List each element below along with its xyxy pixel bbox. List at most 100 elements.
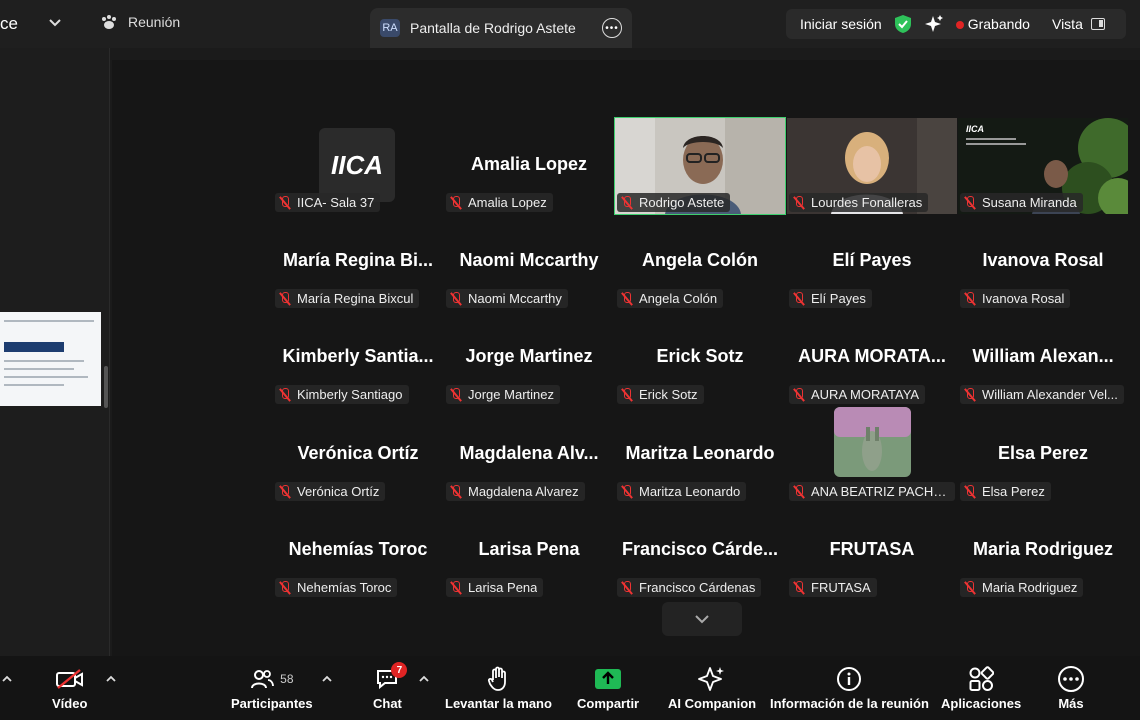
participant-name-label: Nehemías Toroc	[297, 580, 392, 595]
participants-button[interactable]: 58 Participantes	[231, 662, 313, 711]
meeting-info-button[interactable]: Información de la reunión	[770, 662, 929, 711]
participant-tile[interactable]: Kimberly Santia... Kimberly Santiago	[273, 310, 443, 406]
participant-name-label: Amalia Lopez	[468, 195, 547, 210]
participant-name-label: Jorge Martinez	[468, 387, 554, 402]
participant-tile[interactable]: Maria Rodriguez Maria Rodriguez	[958, 503, 1128, 599]
ai-sparkle-icon	[698, 662, 726, 696]
participant-tile[interactable]: IICA Susana Miranda	[958, 118, 1128, 214]
participant-tile[interactable]: María Regina Bi... María Regina Bixcul	[273, 214, 443, 310]
participant-tile[interactable]: FRUTASA FRUTASA	[787, 503, 957, 599]
shield-check-icon[interactable]	[894, 14, 912, 34]
mic-muted-icon	[450, 484, 462, 499]
panel-resize-handle[interactable]	[104, 366, 108, 408]
participant-display-name: Elí Payes	[832, 250, 912, 270]
shared-screen-thumbnail[interactable]	[0, 312, 101, 406]
view-button[interactable]: Vista	[1052, 16, 1105, 32]
ai-companion-button[interactable]: AI Companion	[668, 662, 756, 711]
mic-muted-icon	[450, 580, 462, 595]
chevron-up-icon[interactable]	[322, 674, 332, 684]
chevron-up-icon[interactable]	[419, 674, 429, 684]
raise-hand-button[interactable]: Levantar la mano	[445, 662, 552, 711]
participant-name-label: Lourdes Fonalleras	[811, 195, 923, 210]
video-off-icon	[55, 662, 85, 696]
thumb-line	[4, 360, 84, 362]
participant-name-label: FRUTASA	[811, 580, 871, 595]
mic-muted-icon	[621, 291, 633, 306]
participant-name-label: AURA MORATAYA	[811, 387, 920, 402]
gallery-next-page-button[interactable]	[662, 602, 742, 636]
more-button[interactable]: Más	[1057, 662, 1085, 711]
mic-muted-icon	[279, 195, 291, 210]
participant-tile[interactable]: Erick Sotz Erick Sotz	[615, 310, 785, 406]
chevron-up-icon[interactable]	[106, 674, 116, 684]
mic-muted-icon	[793, 580, 805, 595]
participant-tile[interactable]: Amalia Lopez Amalia Lopez	[444, 118, 614, 214]
participant-display-name: Naomi Mccarthy	[459, 250, 599, 270]
participant-nameplate: William Alexander Vel...	[960, 385, 1124, 404]
participant-nameplate: Susana Miranda	[960, 193, 1083, 212]
participant-name-label: William Alexander Vel...	[982, 387, 1118, 402]
chevron-down-icon	[695, 615, 709, 624]
participant-nameplate: Larisa Pena	[446, 578, 544, 597]
participant-tile[interactable]: Larisa Pena Larisa Pena	[444, 503, 614, 599]
participant-tile[interactable]: IICA IICA- Sala 37	[273, 118, 443, 214]
screen-share-tab[interactable]: RA Pantalla de Rodrigo Astete •••	[370, 8, 632, 48]
chat-button[interactable]: 7 Chat	[373, 662, 408, 711]
participant-nameplate: Jorge Martinez	[446, 385, 560, 404]
participant-nameplate: Nehemías Toroc	[275, 578, 398, 597]
participant-tile[interactable]: William Alexan... William Alexander Vel..…	[958, 310, 1128, 406]
participant-tile[interactable]: Nehemías Toroc Nehemías Toroc	[273, 503, 443, 599]
participant-display-name: Amalia Lopez	[470, 154, 588, 174]
participant-nameplate: Elsa Perez	[960, 482, 1051, 501]
raise-hand-label: Levantar la mano	[445, 696, 552, 711]
participant-name-label: Verónica Ortíz	[297, 484, 380, 499]
participant-name-label: Rodrigo Astete	[639, 195, 725, 210]
apps-label: Aplicaciones	[941, 696, 1022, 711]
participant-tile[interactable]: Verónica Ortíz Verónica Ortíz	[273, 407, 443, 503]
meeting-tab[interactable]: Reunión	[100, 14, 180, 30]
participant-name-label: Kimberly Santiago	[297, 387, 403, 402]
participant-tile[interactable]: Jorge Martinez Jorge Martinez	[444, 310, 614, 406]
participant-display-name: Jorge Martinez	[465, 346, 593, 366]
more-options-icon[interactable]: •••	[602, 18, 622, 38]
mic-muted-icon	[450, 195, 462, 210]
participant-name-label: Naomi Mccarthy	[468, 291, 562, 306]
thumb-header	[4, 342, 64, 352]
mic-muted-icon	[450, 387, 462, 402]
participant-tile[interactable]: Angela Colón Angela Colón	[615, 214, 785, 310]
chevron-down-icon[interactable]	[48, 16, 62, 30]
sign-in-link[interactable]: Iniciar sesión	[800, 16, 882, 32]
participant-tile[interactable]: ANA BEATRIZ PACHEC...	[787, 407, 957, 503]
participant-display-name: Larisa Pena	[478, 539, 580, 559]
participant-name-label: Angela Colón	[639, 291, 718, 306]
recording-indicator[interactable]: Grabando	[955, 16, 1030, 32]
participant-tile[interactable]: Lourdes Fonalleras	[787, 118, 957, 214]
video-button[interactable]: Vídeo	[52, 662, 87, 711]
participant-tile[interactable]: Naomi Mccarthy Naomi Mccarthy	[444, 214, 614, 310]
iica-logo: IICA	[319, 128, 395, 202]
view-layout-icon	[1090, 18, 1105, 30]
participant-tile[interactable]: Maritza Leonardo Maritza Leonardo	[615, 407, 785, 503]
mic-muted-icon	[279, 291, 291, 306]
participant-tile[interactable]: Ivanova Rosal Ivanova Rosal	[958, 214, 1128, 310]
participant-tile[interactable]: AURA MORATA... AURA MORATAYA	[787, 310, 957, 406]
chevron-up-icon[interactable]	[2, 674, 12, 684]
mic-muted-icon	[621, 580, 633, 595]
participants-icon: 58	[250, 662, 294, 696]
mic-muted-icon	[964, 387, 976, 402]
participant-tile[interactable]: Elsa Perez Elsa Perez	[958, 407, 1128, 503]
share-screen-button[interactable]: Compartir	[577, 662, 639, 711]
more-label: Más	[1058, 696, 1084, 711]
apps-button[interactable]: Aplicaciones	[941, 662, 1021, 711]
screen-share-label: Pantalla de Rodrigo Astete	[410, 20, 576, 36]
participant-tile[interactable]: Rodrigo Astete	[614, 117, 786, 215]
participant-display-name: William Alexan...	[972, 346, 1114, 366]
participant-tile[interactable]: Francisco Cárde... Francisco Cárdenas	[615, 503, 785, 599]
participant-tile[interactable]: Elí Payes Elí Payes	[787, 214, 957, 310]
participant-tile[interactable]: Magdalena Alv... Magdalena Alvarez	[444, 407, 614, 503]
shared-screen-panel	[0, 48, 110, 656]
participant-name-label: ANA BEATRIZ PACHEC...	[811, 484, 949, 499]
participant-name-label: Larisa Pena	[468, 580, 538, 595]
mic-muted-icon	[793, 484, 805, 499]
sparkle-icon[interactable]	[924, 14, 944, 34]
